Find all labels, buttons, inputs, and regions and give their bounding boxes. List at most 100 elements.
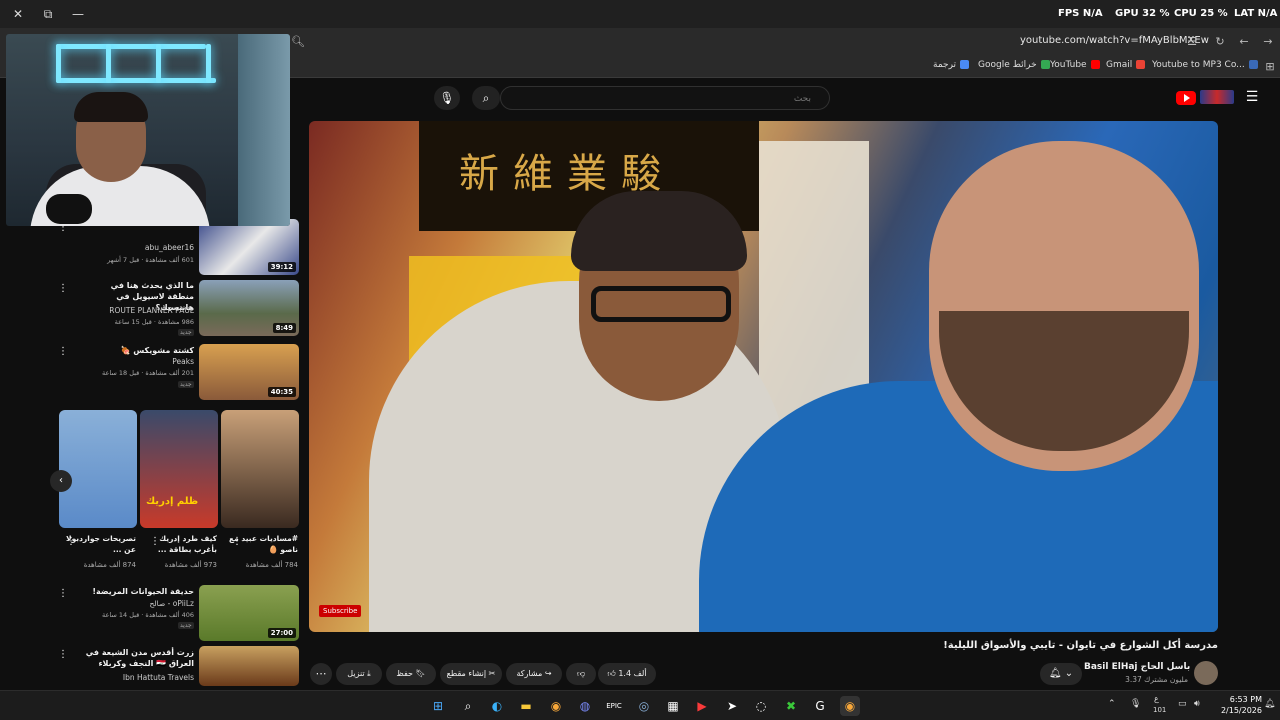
logo-flag-icon bbox=[1200, 90, 1234, 104]
sidebar-thumbnail[interactable] bbox=[199, 646, 299, 686]
short-more-icon[interactable]: ⋮ bbox=[66, 536, 76, 547]
close-window-button[interactable]: ✕ bbox=[10, 6, 26, 22]
bookmark-youtube[interactable]: YouTube bbox=[1050, 60, 1100, 70]
sidebar-more-icon[interactable]: ⋮ bbox=[58, 346, 68, 357]
voice-search-button[interactable]: 🎙︎ bbox=[434, 86, 460, 110]
short-thumbnail[interactable] bbox=[221, 410, 299, 528]
download-icon: ⤓ bbox=[367, 669, 371, 678]
notification-bell-button[interactable]: 🔔︎ ⌄ bbox=[1040, 663, 1082, 685]
clock-time[interactable]: 6:53 PM bbox=[1218, 695, 1262, 704]
light-panel bbox=[56, 78, 216, 83]
cpu-stat: CPU 25 % bbox=[1174, 8, 1228, 19]
back-icon[interactable]: ← bbox=[1236, 34, 1252, 50]
youtube-logo-icon[interactable] bbox=[1176, 91, 1196, 105]
video-title: مدرسة أكل الشوارع في تايوان - تايبي والأ… bbox=[943, 640, 1218, 651]
sidebar-channel[interactable]: Peaks bbox=[84, 357, 194, 366]
telegram-icon[interactable]: ➤ bbox=[722, 696, 742, 716]
menu-icon[interactable]: ☰ bbox=[1244, 89, 1260, 105]
gmail-icon bbox=[1136, 60, 1146, 69]
download-button[interactable]: تنزيل ⤓ bbox=[336, 663, 382, 685]
bookmark-gmail[interactable]: Gmail bbox=[1106, 60, 1146, 70]
xbox-icon[interactable]: ✖ bbox=[781, 696, 801, 716]
network-icon[interactable]: ▭ bbox=[1178, 699, 1187, 709]
sidebar-channel[interactable]: ROUTE PLANNER PAUL bbox=[84, 306, 194, 315]
sidebar-channel[interactable]: oPiiLz - صالح bbox=[84, 599, 195, 608]
notifications-icon[interactable]: 🔔︎ bbox=[1264, 699, 1275, 709]
search-input[interactable] bbox=[511, 91, 811, 107]
microphone-icon: 🎙︎ bbox=[439, 91, 455, 105]
light-panel bbox=[106, 44, 111, 83]
sidebar-more-icon[interactable]: ⋮ bbox=[58, 649, 68, 660]
minimize-window-button[interactable]: — bbox=[70, 6, 86, 22]
video-player[interactable]: 新維業駿 Subscribe bbox=[309, 121, 1218, 632]
like-button[interactable]: 👍︎ 1.4 ألف bbox=[598, 663, 656, 685]
folder-icon[interactable]: ▬ bbox=[516, 696, 536, 716]
mic-tray-icon[interactable]: 🎙︎ bbox=[1130, 699, 1141, 709]
microphone bbox=[46, 194, 92, 224]
search-button[interactable]: ⌕ bbox=[472, 86, 500, 110]
reload-icon[interactable]: ↻ bbox=[1212, 34, 1228, 50]
chrome-icon[interactable]: ◉ bbox=[546, 696, 566, 716]
maps-icon bbox=[1040, 60, 1050, 69]
light-panel bbox=[156, 44, 161, 83]
sidebar-more-icon[interactable]: ⋮ bbox=[58, 588, 68, 599]
short-thumbnail[interactable] bbox=[59, 410, 137, 528]
apps-grid-icon[interactable]: ⊞ bbox=[1262, 59, 1278, 75]
subscribe-watermark[interactable]: Subscribe bbox=[319, 605, 362, 617]
edge-icon[interactable]: ◐ bbox=[487, 696, 507, 716]
steam-icon[interactable]: ◎ bbox=[634, 696, 654, 716]
clip-button[interactable]: إنشاء مقطع ✂ bbox=[440, 663, 502, 685]
volume-icon[interactable]: 🔊︎ bbox=[1194, 699, 1200, 709]
app-icon[interactable]: G bbox=[810, 696, 830, 716]
share-button[interactable]: مشاركة ↪ bbox=[506, 663, 562, 685]
webcam-overlay bbox=[6, 34, 290, 226]
sidebar-thumbnail[interactable]: 39:12 bbox=[199, 219, 299, 275]
sidebar-thumbnail[interactable]: 40:35 bbox=[199, 344, 299, 400]
obs-icon[interactable]: ◌ bbox=[751, 696, 771, 716]
zoom-icon[interactable]: 🔍︎ bbox=[290, 34, 306, 50]
new-badge: جديد bbox=[178, 622, 194, 629]
clock-date[interactable]: 2/15/2026 bbox=[1210, 706, 1262, 715]
chrome-active-icon[interactable]: ◉ bbox=[840, 696, 860, 716]
site-settings-icon[interactable]: ☰ bbox=[1184, 34, 1200, 50]
sidebar-more-icon[interactable]: ⋮ bbox=[58, 283, 68, 294]
bookmark-translate[interactable]: ترجمة bbox=[933, 60, 970, 70]
sidebar-thumbnail[interactable]: 27:00 bbox=[199, 585, 299, 641]
short-more-icon[interactable]: ⋮ bbox=[150, 536, 160, 547]
short-more-icon[interactable]: ⋮ bbox=[232, 536, 242, 547]
language-indicator[interactable]: ع bbox=[1154, 694, 1159, 703]
more-actions-button[interactable]: ⋯ bbox=[310, 663, 332, 685]
shorts-previous-button[interactable]: ‹ bbox=[50, 470, 72, 492]
dislike-button[interactable]: 👎︎ bbox=[566, 663, 596, 685]
media-player-icon[interactable]: ▶ bbox=[692, 696, 712, 716]
translate-icon bbox=[960, 60, 970, 69]
start-icon[interactable]: ⊞ bbox=[428, 696, 448, 716]
sidebar-channel[interactable]: abu_abeer16 bbox=[84, 243, 194, 252]
tray-chevron-icon[interactable]: ⌃ bbox=[1108, 699, 1116, 709]
ellipsis-icon: ⋯ bbox=[315, 667, 327, 680]
bookmark-maps[interactable]: Google خرائط bbox=[978, 60, 1050, 70]
search-icon[interactable]: ⌕ bbox=[458, 696, 478, 716]
thumbs-up-icon: 👍︎ bbox=[607, 669, 616, 678]
short-overlay-text: ظلم إدريك bbox=[146, 496, 199, 507]
sidebar-channel[interactable]: Ibn Hattuta Travels bbox=[84, 673, 194, 682]
url-text[interactable]: youtube.com/watch?v=fMAyBlbMXEw bbox=[1020, 35, 1209, 46]
channel-avatar[interactable] bbox=[1194, 661, 1218, 685]
epic-games-icon[interactable]: EPIC bbox=[604, 696, 624, 716]
save-button[interactable]: حفظ 🔖︎ bbox=[386, 663, 436, 685]
channel-name[interactable]: Basil ElHaj باسل الحاج bbox=[1084, 662, 1190, 672]
sidebar-video-title[interactable]: كشتة مشويكس 🍖 bbox=[84, 345, 194, 356]
forward-icon[interactable]: → bbox=[1260, 34, 1276, 50]
short-thumbnail[interactable]: ظلم إدريك bbox=[140, 410, 218, 528]
bookmark-mp3[interactable]: Youtube to MP3 Co... bbox=[1152, 60, 1258, 70]
app-icon[interactable]: ▦ bbox=[663, 696, 683, 716]
search-box[interactable] bbox=[500, 86, 830, 110]
glasses bbox=[591, 286, 731, 322]
restore-window-button[interactable]: ⧉ bbox=[40, 6, 56, 22]
discord-icon[interactable]: ◍ bbox=[575, 696, 595, 716]
sidebar-video-title[interactable]: زرت أقدس مدن الشيعة في العراق 🇮🇶 النجف و… bbox=[84, 647, 194, 669]
sidebar-video-title[interactable]: حديقة الحيوانات المريضة! bbox=[84, 586, 194, 597]
sidebar-thumbnail[interactable]: 8:49 bbox=[199, 280, 299, 336]
scissors-icon: ✂ bbox=[488, 669, 496, 678]
short-views: 874 ألف مشاهدة bbox=[83, 561, 136, 569]
